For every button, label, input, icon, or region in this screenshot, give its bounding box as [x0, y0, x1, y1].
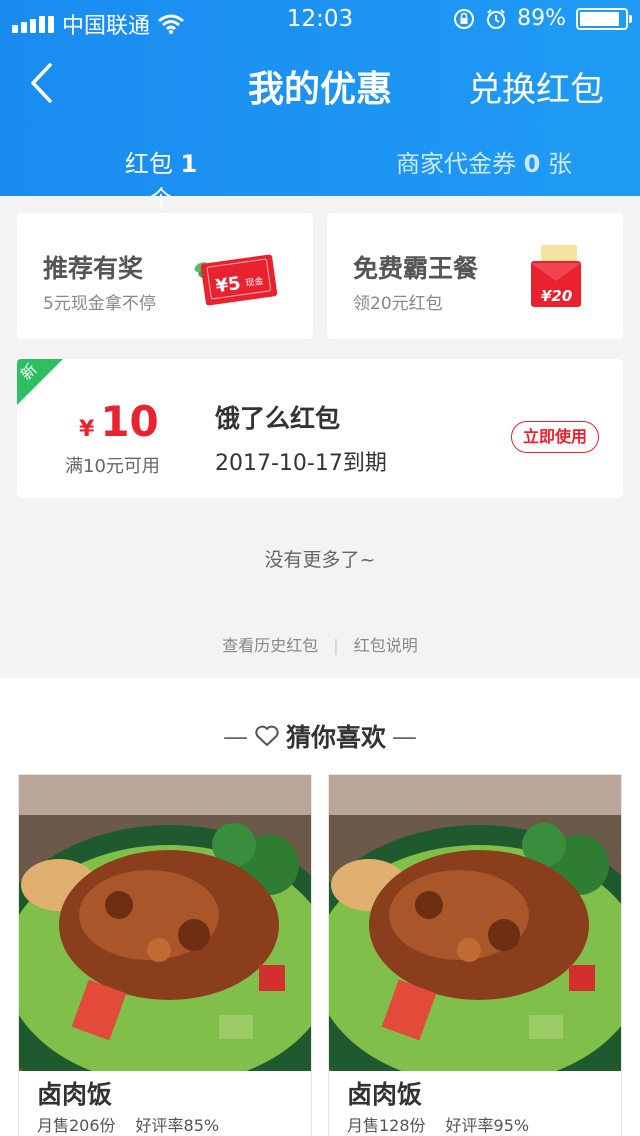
promo-subtitle: 领20元红包 [353, 294, 443, 314]
monthly-sales: 月售128份 [347, 1116, 426, 1135]
battery-percent: 89% [517, 6, 566, 31]
alarm-icon [487, 8, 506, 29]
promo-card-referral[interactable]: 推荐有奖 5元现金拿不停 ¥5 现金 [17, 213, 313, 339]
recommend-header: — 猜你喜欢 — [0, 718, 640, 754]
tab-merchant-vouchers[interactable]: 商家代金券 0 张 [396, 144, 572, 179]
title-dash-right: — [392, 721, 417, 751]
header: 中国联通 12:03 89% 我的优惠 兑换红包 红包 1 个 商家代金券 0 … [0, 0, 640, 227]
heart-icon [255, 725, 279, 746]
red-packet-coupon: 新 ¥ 10 满10元可用 饿了么红包 2017-10-17到期 立即使用 [17, 359, 623, 498]
food-stats: 月售206份 好评率85% [37, 1112, 219, 1136]
tab-label: 商家代金券 [396, 150, 516, 178]
food-name: 卤肉饭 [347, 1080, 423, 1109]
use-now-button[interactable]: 立即使用 [511, 421, 599, 453]
recommend-section: — 猜你喜欢 — 卤肉饭 月售206份 好评率85% 卤肉饭 月售128份 好评… [0, 678, 640, 1136]
promo-title: 免费霸王餐 [353, 254, 479, 283]
coupon-name: 饿了么红包 [215, 404, 341, 433]
footer-links: 查看历史红包 | 红包说明 [0, 632, 640, 656]
battery-icon [576, 7, 632, 30]
tab-label: 红包 [124, 150, 173, 178]
food-name: 卤肉饭 [37, 1080, 113, 1109]
link-divider: | [333, 636, 339, 655]
recommend-title: 猜你喜欢 [285, 723, 386, 752]
promo-card-free-meal[interactable]: 免费霸王餐 领20元红包 ¥20 [327, 213, 623, 339]
tab-count: 1 [180, 150, 198, 178]
monthly-sales: 月售206份 [37, 1116, 116, 1135]
red-packet-help-link[interactable]: 红包说明 [354, 636, 418, 655]
food-card[interactable]: 卤肉饭 月售128份 好评率95% [328, 774, 622, 1136]
tab-unit: 张 [547, 150, 572, 178]
coupon-condition: 满10元可用 [65, 456, 160, 477]
tab-count: 0 [523, 150, 541, 178]
rotation-lock-icon [454, 8, 475, 29]
history-red-packets-link[interactable]: 查看历史红包 [222, 636, 318, 655]
cash-badge-amount: ¥5 [214, 273, 242, 297]
red-packet-icon: ¥20 [531, 245, 581, 307]
coupon-expiry: 2017-10-17到期 [215, 451, 387, 476]
exchange-red-packet-button[interactable]: 兑换红包 [468, 62, 604, 111]
status-bar: 中国联通 12:03 89% [0, 0, 640, 40]
rating: 好评率95% [445, 1116, 530, 1135]
currency-symbol: ¥ [79, 417, 95, 442]
food-image [19, 775, 311, 1071]
cash-envelope-icon: ¥5 现金 [194, 254, 278, 306]
promo-title: 推荐有奖 [43, 254, 144, 283]
coupon-amount: ¥ 10 [79, 397, 159, 446]
promo-subtitle: 5元现金拿不停 [43, 294, 156, 314]
no-more-text: 没有更多了~ [264, 549, 376, 571]
food-card[interactable]: 卤肉饭 月售206份 好评率85% [18, 774, 312, 1136]
food-stats: 月售128份 好评率95% [347, 1112, 529, 1136]
food-image [329, 775, 621, 1071]
red-packet-badge: ¥20 [541, 287, 572, 305]
title-dash-left: — [222, 721, 248, 751]
amount-value: 10 [100, 397, 159, 446]
rating: 好评率85% [135, 1116, 220, 1135]
tab-unit: 个 [149, 185, 173, 213]
